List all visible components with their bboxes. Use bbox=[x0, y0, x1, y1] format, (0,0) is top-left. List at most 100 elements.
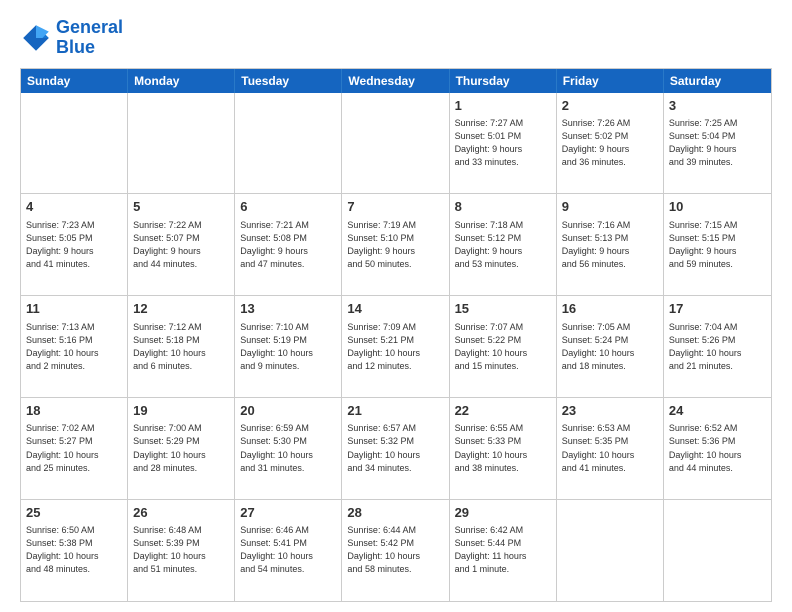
logo: General Blue bbox=[20, 18, 123, 58]
cell-info: Sunrise: 7:26 AM Sunset: 5:02 PM Dayligh… bbox=[562, 117, 658, 169]
calendar-day-3: 3 Sunrise: 7:25 AM Sunset: 5:04 PM Daylig… bbox=[664, 93, 771, 194]
cell-info: Sunrise: 7:07 AM Sunset: 5:22 PM Dayligh… bbox=[455, 321, 551, 373]
day-number: 3 bbox=[669, 97, 766, 115]
header: General Blue bbox=[20, 18, 772, 58]
cell-info: Sunrise: 7:21 AM Sunset: 5:08 PM Dayligh… bbox=[240, 219, 336, 271]
cell-info: Sunrise: 6:59 AM Sunset: 5:30 PM Dayligh… bbox=[240, 422, 336, 474]
calendar-day-28: 28 Sunrise: 6:44 AM Sunset: 5:42 PM Dayli… bbox=[342, 500, 449, 601]
cell-info: Sunrise: 7:23 AM Sunset: 5:05 PM Dayligh… bbox=[26, 219, 122, 271]
calendar-day-7: 7 Sunrise: 7:19 AM Sunset: 5:10 PM Daylig… bbox=[342, 194, 449, 295]
cell-info: Sunrise: 7:05 AM Sunset: 5:24 PM Dayligh… bbox=[562, 321, 658, 373]
calendar-cell-empty bbox=[664, 500, 771, 601]
cell-info: Sunrise: 7:12 AM Sunset: 5:18 PM Dayligh… bbox=[133, 321, 229, 373]
calendar-day-27: 27 Sunrise: 6:46 AM Sunset: 5:41 PM Dayli… bbox=[235, 500, 342, 601]
logo-icon bbox=[20, 22, 52, 54]
calendar-day-20: 20 Sunrise: 6:59 AM Sunset: 5:30 PM Dayli… bbox=[235, 398, 342, 499]
calendar-day-9: 9 Sunrise: 7:16 AM Sunset: 5:13 PM Daylig… bbox=[557, 194, 664, 295]
calendar-day-13: 13Sunrise: 7:10 AM Sunset: 5:19 PM Dayli… bbox=[235, 296, 342, 397]
day-number: 10 bbox=[669, 198, 766, 216]
calendar-cell-empty bbox=[21, 93, 128, 194]
calendar-day-8: 8 Sunrise: 7:18 AM Sunset: 5:12 PM Daylig… bbox=[450, 194, 557, 295]
calendar-day-1: 1 Sunrise: 7:27 AM Sunset: 5:01 PM Daylig… bbox=[450, 93, 557, 194]
calendar-day-4: 4 Sunrise: 7:23 AM Sunset: 5:05 PM Daylig… bbox=[21, 194, 128, 295]
cell-info: Sunrise: 7:27 AM Sunset: 5:01 PM Dayligh… bbox=[455, 117, 551, 169]
calendar-day-24: 24 Sunrise: 6:52 AM Sunset: 5:36 PM Dayli… bbox=[664, 398, 771, 499]
calendar-body: 1 Sunrise: 7:27 AM Sunset: 5:01 PM Daylig… bbox=[21, 93, 771, 601]
calendar-day-14: 14 Sunrise: 7:09 AM Sunset: 5:21 PM Dayli… bbox=[342, 296, 449, 397]
day-number: 2 bbox=[562, 97, 658, 115]
calendar-day-17: 17 Sunrise: 7:04 AM Sunset: 5:26 PM Dayli… bbox=[664, 296, 771, 397]
header-day-sunday: Sunday bbox=[21, 69, 128, 93]
cell-info: Sunrise: 7:04 AM Sunset: 5:26 PM Dayligh… bbox=[669, 321, 766, 373]
calendar-cell-empty bbox=[342, 93, 449, 194]
header-day-friday: Friday bbox=[557, 69, 664, 93]
calendar-day-18: 18Sunrise: 7:02 AM Sunset: 5:27 PM Dayli… bbox=[21, 398, 128, 499]
calendar-day-21: 21Sunrise: 6:57 AM Sunset: 5:32 PM Dayli… bbox=[342, 398, 449, 499]
cell-info: Sunrise: 7:19 AM Sunset: 5:10 PM Dayligh… bbox=[347, 219, 443, 271]
cell-info: Sunrise: 6:48 AM Sunset: 5:39 PM Dayligh… bbox=[133, 524, 229, 576]
calendar-day-25: 25 Sunrise: 6:50 AM Sunset: 5:38 PM Dayli… bbox=[21, 500, 128, 601]
day-number: 4 bbox=[26, 198, 122, 216]
day-number: 19 bbox=[133, 402, 229, 420]
cell-info: Sunrise: 7:18 AM Sunset: 5:12 PM Dayligh… bbox=[455, 219, 551, 271]
day-number: 25 bbox=[26, 504, 122, 522]
day-number: 8 bbox=[455, 198, 551, 216]
day-number: 26 bbox=[133, 504, 229, 522]
day-number: 5 bbox=[133, 198, 229, 216]
cell-info: Sunrise: 6:50 AM Sunset: 5:38 PM Dayligh… bbox=[26, 524, 122, 576]
cell-info: Sunrise: 7:00 AM Sunset: 5:29 PM Dayligh… bbox=[133, 422, 229, 474]
logo-text: General Blue bbox=[56, 18, 123, 58]
cell-info: Sunrise: 7:22 AM Sunset: 5:07 PM Dayligh… bbox=[133, 219, 229, 271]
cell-info: Sunrise: 6:53 AM Sunset: 5:35 PM Dayligh… bbox=[562, 422, 658, 474]
calendar-day-15: 15 Sunrise: 7:07 AM Sunset: 5:22 PM Dayli… bbox=[450, 296, 557, 397]
day-number: 15 bbox=[455, 300, 551, 318]
day-number: 17 bbox=[669, 300, 766, 318]
cell-info: Sunrise: 7:10 AM Sunset: 5:19 PM Dayligh… bbox=[240, 321, 336, 373]
calendar-row-4: 25 Sunrise: 6:50 AM Sunset: 5:38 PM Dayli… bbox=[21, 500, 771, 601]
cell-info: Sunrise: 7:16 AM Sunset: 5:13 PM Dayligh… bbox=[562, 219, 658, 271]
day-number: 22 bbox=[455, 402, 551, 420]
calendar-row-3: 18Sunrise: 7:02 AM Sunset: 5:27 PM Dayli… bbox=[21, 398, 771, 500]
calendar-day-22: 22 Sunrise: 6:55 AM Sunset: 5:33 PM Dayli… bbox=[450, 398, 557, 499]
calendar-day-5: 5 Sunrise: 7:22 AM Sunset: 5:07 PM Daylig… bbox=[128, 194, 235, 295]
calendar-day-19: 19 Sunrise: 7:00 AM Sunset: 5:29 PM Dayli… bbox=[128, 398, 235, 499]
day-number: 12 bbox=[133, 300, 229, 318]
day-number: 28 bbox=[347, 504, 443, 522]
day-number: 21 bbox=[347, 402, 443, 420]
calendar-row-0: 1 Sunrise: 7:27 AM Sunset: 5:01 PM Daylig… bbox=[21, 93, 771, 195]
day-number: 11 bbox=[26, 300, 122, 318]
cell-info: Sunrise: 6:44 AM Sunset: 5:42 PM Dayligh… bbox=[347, 524, 443, 576]
day-number: 14 bbox=[347, 300, 443, 318]
cell-info: Sunrise: 6:46 AM Sunset: 5:41 PM Dayligh… bbox=[240, 524, 336, 576]
day-number: 20 bbox=[240, 402, 336, 420]
calendar-day-12: 12 Sunrise: 7:12 AM Sunset: 5:18 PM Dayli… bbox=[128, 296, 235, 397]
cell-info: Sunrise: 7:25 AM Sunset: 5:04 PM Dayligh… bbox=[669, 117, 766, 169]
calendar: SundayMondayTuesdayWednesdayThursdayFrid… bbox=[20, 68, 772, 602]
day-number: 29 bbox=[455, 504, 551, 522]
cell-info: Sunrise: 7:13 AM Sunset: 5:16 PM Dayligh… bbox=[26, 321, 122, 373]
calendar-cell-empty bbox=[557, 500, 664, 601]
calendar-day-16: 16Sunrise: 7:05 AM Sunset: 5:24 PM Dayli… bbox=[557, 296, 664, 397]
page: General Blue SundayMondayTuesdayWednesda… bbox=[0, 0, 792, 612]
day-number: 1 bbox=[455, 97, 551, 115]
calendar-day-29: 29 Sunrise: 6:42 AM Sunset: 5:44 PM Dayli… bbox=[450, 500, 557, 601]
cell-info: Sunrise: 7:15 AM Sunset: 5:15 PM Dayligh… bbox=[669, 219, 766, 271]
cell-info: Sunrise: 7:09 AM Sunset: 5:21 PM Dayligh… bbox=[347, 321, 443, 373]
day-number: 9 bbox=[562, 198, 658, 216]
header-day-tuesday: Tuesday bbox=[235, 69, 342, 93]
cell-info: Sunrise: 6:52 AM Sunset: 5:36 PM Dayligh… bbox=[669, 422, 766, 474]
calendar-day-11: 11 Sunrise: 7:13 AM Sunset: 5:16 PM Dayli… bbox=[21, 296, 128, 397]
header-day-wednesday: Wednesday bbox=[342, 69, 449, 93]
calendar-header: SundayMondayTuesdayWednesdayThursdayFrid… bbox=[21, 69, 771, 93]
calendar-cell-empty bbox=[235, 93, 342, 194]
day-number: 24 bbox=[669, 402, 766, 420]
calendar-row-1: 4 Sunrise: 7:23 AM Sunset: 5:05 PM Daylig… bbox=[21, 194, 771, 296]
day-number: 27 bbox=[240, 504, 336, 522]
cell-info: Sunrise: 6:42 AM Sunset: 5:44 PM Dayligh… bbox=[455, 524, 551, 576]
day-number: 7 bbox=[347, 198, 443, 216]
day-number: 6 bbox=[240, 198, 336, 216]
calendar-day-26: 26 Sunrise: 6:48 AM Sunset: 5:39 PM Dayli… bbox=[128, 500, 235, 601]
cell-info: Sunrise: 6:55 AM Sunset: 5:33 PM Dayligh… bbox=[455, 422, 551, 474]
calendar-row-2: 11 Sunrise: 7:13 AM Sunset: 5:16 PM Dayli… bbox=[21, 296, 771, 398]
calendar-day-10: 10 Sunrise: 7:15 AM Sunset: 5:15 PM Dayli… bbox=[664, 194, 771, 295]
